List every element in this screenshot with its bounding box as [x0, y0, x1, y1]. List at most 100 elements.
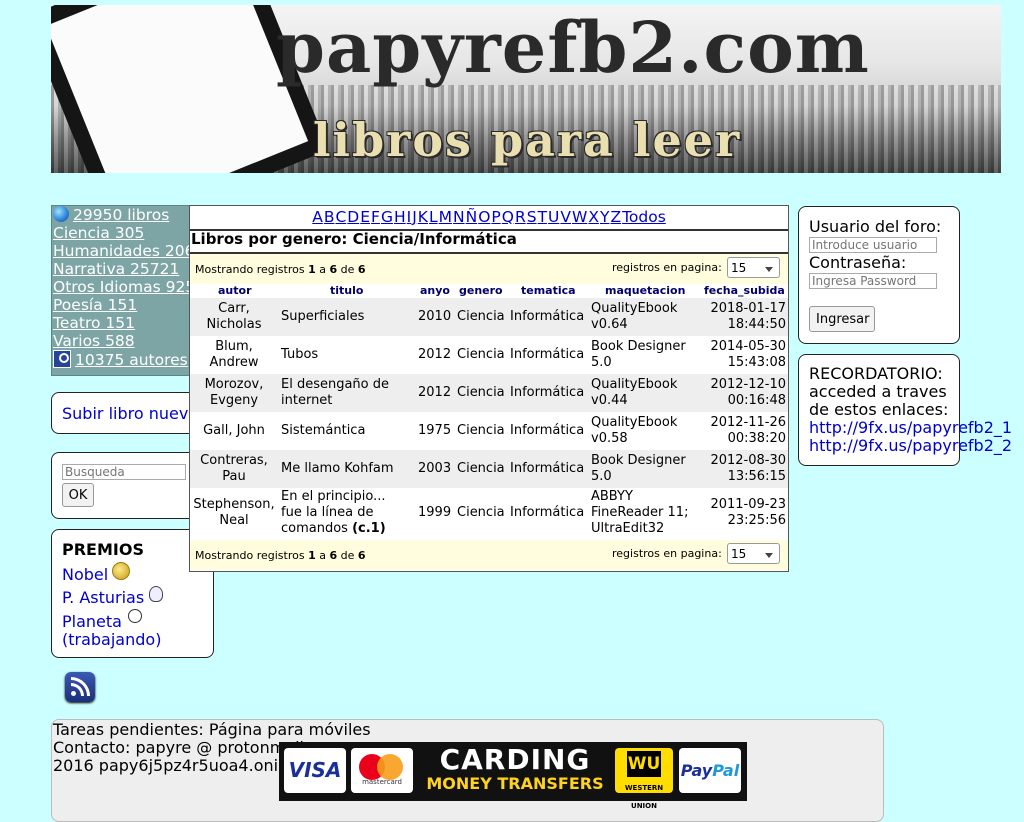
- col-maquetacion[interactable]: maquetacion: [605, 284, 685, 297]
- cell-autor[interactable]: Stephenson, Neal: [190, 497, 278, 529]
- genre-link-poesia[interactable]: Poesía 151: [52, 296, 190, 314]
- cell-fecha-subida: 2018-01-17 18:44:50: [710, 301, 786, 332]
- cell-titulo[interactable]: Superficiales: [281, 309, 406, 325]
- letter-link-i[interactable]: I: [407, 208, 412, 226]
- letter-link-w[interactable]: W: [572, 208, 587, 226]
- total-books-link[interactable]: 29950 libros: [52, 206, 190, 224]
- per-page-label: registros en pagina:: [612, 547, 722, 560]
- letter-link-o[interactable]: O: [478, 208, 490, 226]
- rss-feed-icon[interactable]: [65, 672, 95, 702]
- cell-anyo: 2010: [418, 309, 452, 324]
- cell-anyo: 2012: [418, 347, 452, 362]
- letter-link-ñ[interactable]: Ñ: [466, 208, 478, 226]
- letter-link-j[interactable]: J: [412, 208, 417, 226]
- col-autor[interactable]: autor: [218, 284, 252, 297]
- authors-link[interactable]: 10375 autores: [52, 350, 190, 369]
- planeta-note[interactable]: (trabajando): [62, 630, 161, 649]
- cell-tematica: Informática: [510, 347, 585, 362]
- reminder-text: acceded a traves: [809, 382, 947, 401]
- letter-link-d[interactable]: D: [347, 208, 359, 226]
- table-row[interactable]: Morozov, Evgeny El desengaño de internet 20…: [190, 374, 788, 412]
- magnifier-icon: [53, 350, 71, 368]
- letter-link-n[interactable]: N: [453, 208, 465, 226]
- col-tematica[interactable]: tematica: [521, 284, 576, 297]
- cell-autor[interactable]: Morozov, Evgeny: [190, 377, 278, 409]
- cell-autor[interactable]: Contreras, Pau: [190, 453, 278, 485]
- upload-book-link[interactable]: Subir libro nuevo: [62, 404, 198, 423]
- asturias-link[interactable]: P. Asturias: [62, 588, 144, 607]
- letter-link-todos[interactable]: Todos: [622, 208, 666, 226]
- cell-titulo[interactable]: Me llamo Kohfam: [281, 461, 406, 477]
- letter-link-m[interactable]: M: [439, 208, 452, 226]
- western-union-logo: WU WESTERN UNION: [615, 748, 673, 810]
- cell-fecha-subida: 2012-08-30 13:56:15: [710, 453, 786, 484]
- letter-link-y[interactable]: Y: [600, 208, 609, 226]
- ad-banner[interactable]: VISA mastercard CARDING MONEY TRANSFERS …: [279, 742, 747, 810]
- letter-link-c[interactable]: C: [335, 208, 346, 226]
- genre-link-narrativa[interactable]: Narrativa 25721: [52, 260, 190, 278]
- visa-logo: VISA: [284, 748, 346, 793]
- col-anyo[interactable]: anyo: [420, 284, 450, 297]
- letter-link-p[interactable]: P: [491, 208, 500, 226]
- password-field[interactable]: [809, 273, 937, 289]
- search-ok-button[interactable]: OK: [62, 483, 94, 507]
- table-row[interactable]: Gall, John Sistemántica 1975 Ciencia Informá…: [190, 412, 788, 450]
- genre-link-ciencia[interactable]: Ciencia 305: [52, 224, 190, 242]
- genre-link-varios[interactable]: Varios 588: [52, 332, 190, 350]
- letter-link-t[interactable]: T: [538, 208, 547, 226]
- mirror-link-1[interactable]: http://9fx.us/papyrefb2_1: [809, 419, 1012, 437]
- table-row[interactable]: Contreras, Pau Me llamo Kohfam 2003 Ciencia I…: [190, 450, 788, 488]
- col-fecha-subida[interactable]: fecha_subida: [704, 284, 785, 297]
- cell-titulo[interactable]: Sistemántica: [281, 423, 406, 439]
- letter-link-f[interactable]: F: [371, 208, 380, 226]
- col-titulo[interactable]: titulo: [330, 284, 363, 297]
- genre-link-teatro[interactable]: Teatro 151: [52, 314, 190, 332]
- cell-autor[interactable]: Blum, Andrew: [190, 339, 278, 371]
- cell-titulo[interactable]: En el principio... fue la línea de coman…: [281, 489, 406, 537]
- table-row[interactable]: Carr, Nicholas Superficiales 2010 Ciencia Inf…: [190, 298, 788, 336]
- footer-contacto: Contacto: papyre @ protonmail.: [53, 738, 310, 757]
- mirror-link-2[interactable]: http://9fx.us/papyrefb2_2: [809, 437, 1012, 455]
- footer-onion: 2016 papy6j5pz4r5uoa4.onion: [53, 756, 298, 775]
- cell-titulo[interactable]: Tubos: [281, 347, 406, 363]
- table-row[interactable]: Blum, Andrew Tubos 2012 Ciencia Informática Bo…: [190, 336, 788, 374]
- cell-tematica: Informática: [510, 461, 585, 476]
- genre-link-otros-idiomas[interactable]: Otros Idiomas 925: [52, 278, 190, 296]
- per-page-select[interactable]: 15: [727, 543, 780, 564]
- letter-link-s[interactable]: S: [527, 208, 537, 226]
- genre-link-humanidades[interactable]: Humanidades 2067: [52, 242, 190, 260]
- username-field[interactable]: [809, 237, 937, 253]
- letter-link-r[interactable]: R: [515, 208, 526, 226]
- cell-fecha-subida: 2014-05-30 15:43:08: [710, 339, 786, 370]
- letter-link-k[interactable]: K: [418, 208, 428, 226]
- letter-link-v[interactable]: V: [560, 208, 571, 226]
- nobel-link[interactable]: Nobel: [62, 565, 108, 584]
- letter-link-e[interactable]: E: [360, 208, 370, 226]
- site-banner[interactable]: papyrefb2.com libros para leer: [51, 5, 1001, 173]
- cell-genero: Ciencia: [457, 461, 505, 476]
- letter-link-h[interactable]: H: [394, 208, 406, 226]
- cell-titulo[interactable]: El desengaño de internet: [281, 377, 406, 409]
- letter-link-x[interactable]: X: [588, 208, 599, 226]
- genre-stats-panel: 29950 libros Ciencia 305 Humanidades 206…: [51, 205, 191, 376]
- letter-link-b[interactable]: B: [324, 208, 335, 226]
- letter-link-l[interactable]: L: [429, 208, 438, 226]
- letter-link-a[interactable]: A: [312, 208, 323, 226]
- search-input[interactable]: [62, 464, 186, 480]
- cell-fecha-subida: 2012-12-10 00:16:48: [710, 377, 786, 408]
- letter-link-z[interactable]: Z: [610, 208, 621, 226]
- cell-fecha-subida: 2011-09-23 23:25:56: [710, 497, 786, 528]
- cell-autor[interactable]: Carr, Nicholas: [190, 301, 278, 333]
- letter-link-g[interactable]: G: [381, 208, 393, 226]
- login-button[interactable]: Ingresar: [809, 306, 875, 332]
- cell-autor[interactable]: Gall, John: [190, 423, 278, 439]
- footer-tareas: Tareas pendientes: Página para móviles: [53, 720, 371, 739]
- book-table-body: Carr, Nicholas Superficiales 2010 Ciencia Inf…: [190, 298, 788, 538]
- col-genero[interactable]: genero: [459, 284, 503, 297]
- letter-link-u[interactable]: U: [548, 208, 559, 226]
- planeta-link[interactable]: Planeta: [62, 612, 122, 631]
- letter-link-q[interactable]: Q: [502, 208, 514, 226]
- table-header: autor titulo anyo genero tematica maquet…: [190, 284, 788, 298]
- table-row[interactable]: Stephenson, Neal En el principio... fue la…: [190, 488, 788, 538]
- per-page-select[interactable]: 15: [727, 257, 780, 278]
